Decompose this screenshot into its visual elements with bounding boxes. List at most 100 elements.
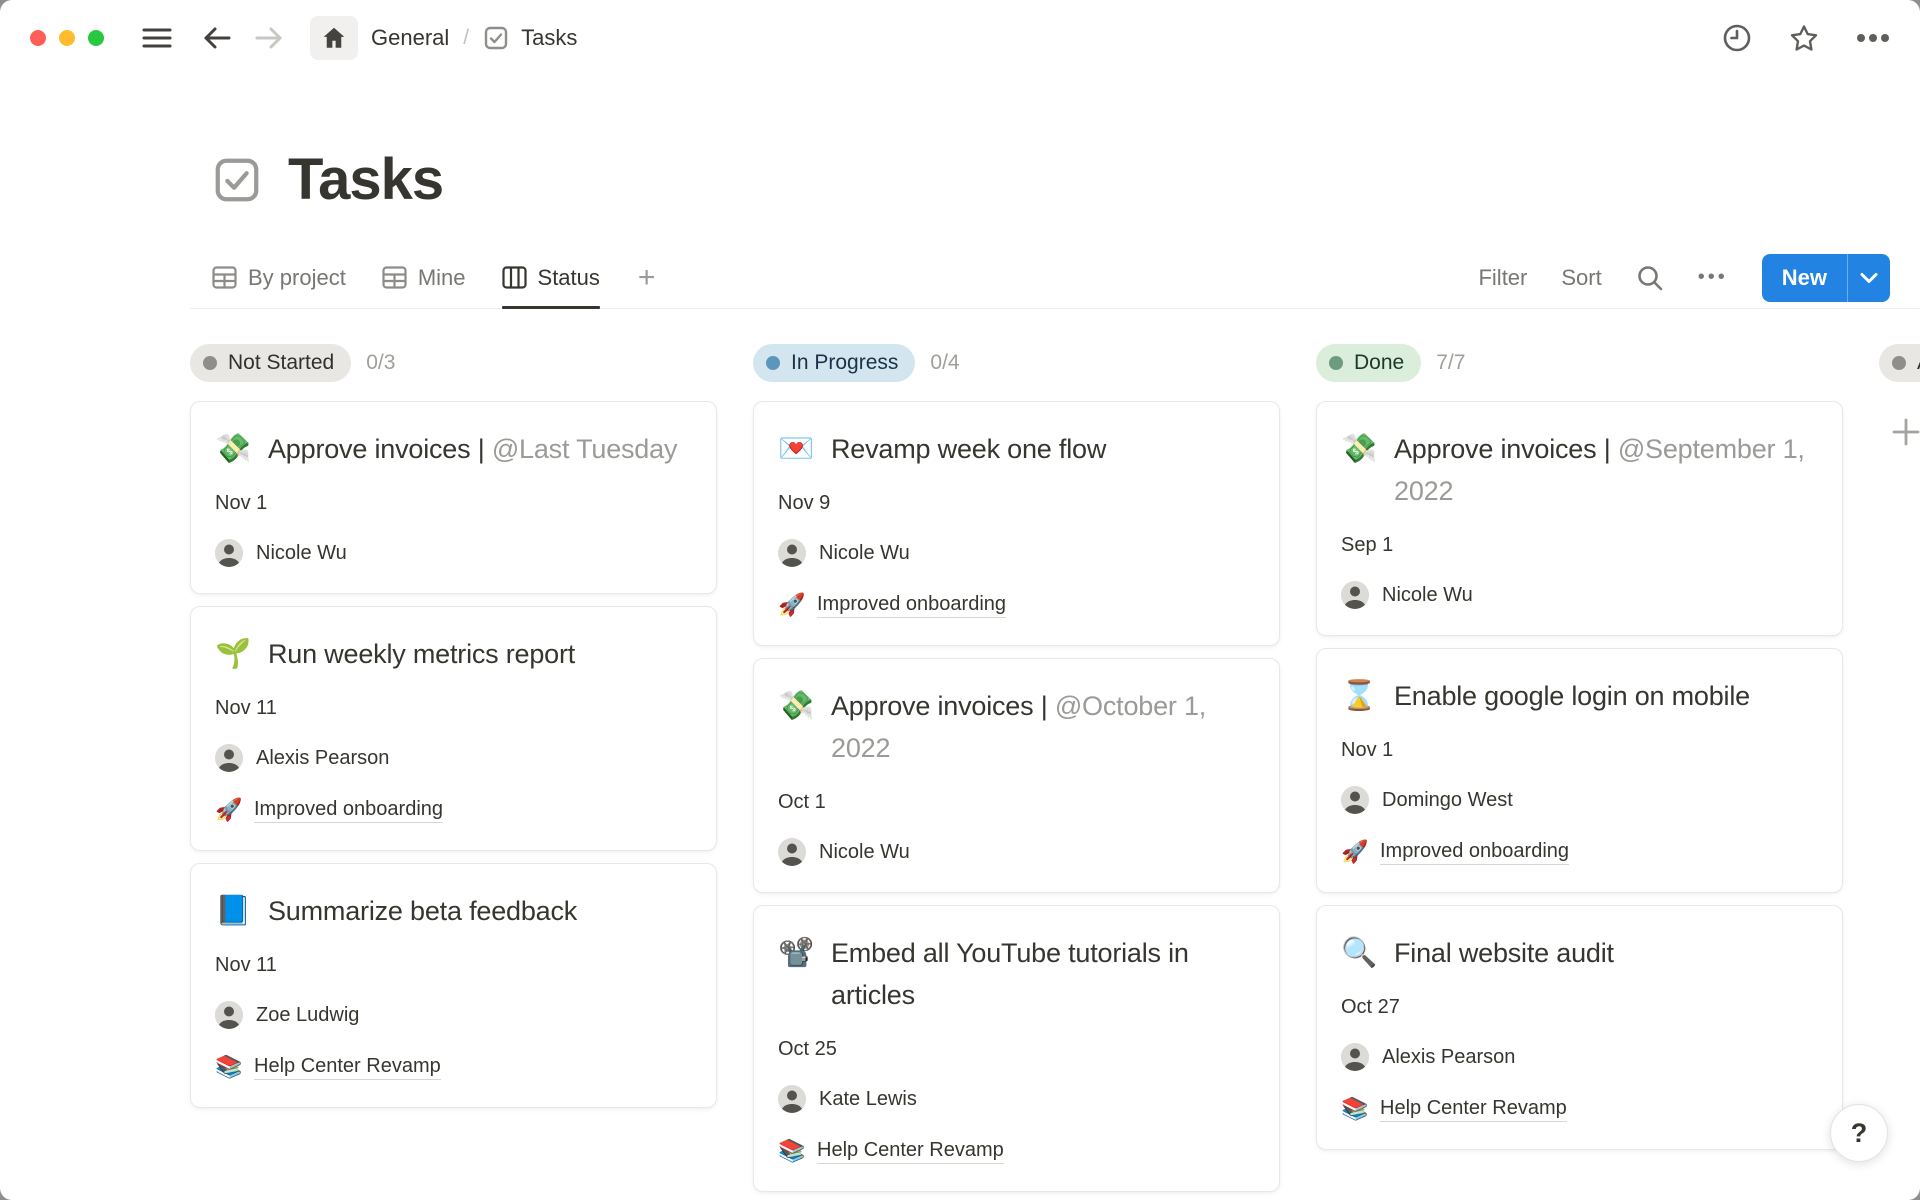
card-project-row: 🚀Improved onboarding — [1341, 838, 1818, 866]
avatar — [1341, 786, 1369, 814]
clock-icon[interactable] — [1722, 23, 1752, 53]
tab-mine[interactable]: Mine — [382, 247, 466, 308]
assignee-name: Nicole Wu — [1382, 584, 1473, 607]
column-header: In Progress0/4 — [753, 343, 1280, 383]
card-assignee-row: Nicole Wu — [1341, 581, 1818, 609]
card-project-row: 📚 Help Center Revamp — [778, 1137, 1255, 1165]
table-icon — [212, 266, 237, 289]
card-due-date: Nov 1 — [1341, 739, 1818, 762]
avatar — [778, 539, 806, 567]
assignee-name: Nicole Wu — [819, 542, 910, 565]
task-card[interactable]: 💸Approve invoices | @September 1, 2022Se… — [1316, 401, 1843, 636]
status-label: Not Started — [228, 351, 334, 375]
search-icon[interactable] — [1636, 264, 1664, 292]
breadcrumb-workspace[interactable]: General — [371, 25, 449, 51]
board-column-in-progress: In Progress0/4💌Revamp week one flowNov 9… — [753, 343, 1280, 1200]
add-view-button[interactable]: + — [638, 263, 656, 293]
card-due-date: Nov 11 — [215, 697, 692, 720]
page-title[interactable]: Tasks — [288, 146, 443, 213]
card-assignee-row: Kate Lewis — [778, 1085, 1255, 1113]
board-column-not-started: Not Started0/3💸Approve invoices | @Last … — [190, 343, 717, 1200]
card-title-row: 📘Summarize beta feedback — [215, 890, 692, 932]
project-link[interactable]: Help Center Revamp — [254, 1055, 441, 1080]
sidebar-toggle-icon[interactable] — [142, 26, 172, 50]
task-card[interactable]: 🌱Run weekly metrics report Nov 11 Alexis P… — [190, 606, 717, 851]
card-due-date: Nov 1 — [215, 492, 692, 515]
checkbox-icon — [483, 25, 509, 51]
more-options-icon[interactable] — [1856, 33, 1890, 43]
assignee-name: Alexis Pearson — [256, 747, 389, 770]
tab-label: Mine — [418, 265, 466, 291]
card-project-row: 🚀Improved onboarding — [778, 591, 1255, 619]
status-pill[interactable]: Not Started — [190, 344, 351, 382]
breadcrumb-page[interactable]: Tasks — [483, 25, 577, 51]
assignee-name: Domingo West — [1382, 789, 1513, 812]
project-link[interactable]: Improved onboarding — [1380, 840, 1569, 865]
task-card[interactable]: 💸Approve invoices | @October 1, 2022 Oct … — [753, 658, 1280, 893]
chevron-down-icon[interactable] — [1848, 254, 1890, 302]
checkbox-page-icon[interactable] — [212, 155, 262, 205]
zoom-window-button[interactable] — [88, 30, 104, 46]
books-icon: 📚 — [215, 1053, 241, 1081]
project-link[interactable]: Improved onboarding — [817, 593, 1006, 618]
card-title-row: ⌛Enable google login on mobile — [1341, 675, 1818, 717]
task-card[interactable]: 📽️Embed all YouTube tutorials in article… — [753, 905, 1280, 1192]
card-title-row: 💸Approve invoices | @October 1, 2022 — [778, 685, 1255, 769]
status-pill[interactable]: Done — [1316, 344, 1421, 382]
money-with-wings-icon: 💸 — [1341, 428, 1379, 512]
assignee-name: Kate Lewis — [819, 1088, 917, 1111]
card-due-date: Nov 9 — [778, 492, 1255, 515]
task-card[interactable]: 💸Approve invoices | @Last TuesdayNov 1Ni… — [190, 401, 717, 594]
status-pill[interactable]: In Progress — [753, 344, 915, 382]
close-window-button[interactable] — [30, 30, 46, 46]
card-title: Approve invoices | @Last Tuesday — [268, 428, 677, 470]
task-card[interactable]: 💌Revamp week one flowNov 9Nicole Wu🚀Impr… — [753, 401, 1280, 646]
tab-status[interactable]: Status — [502, 247, 600, 308]
status-pill[interactable]: A — [1879, 344, 1920, 382]
card-title: Approve invoices | @September 1, 2022 — [1394, 428, 1818, 512]
task-card[interactable]: 📘Summarize beta feedbackNov 11Zoe Ludwig… — [190, 863, 717, 1108]
card-due-date: Oct 1 — [778, 791, 1255, 814]
topbar-actions — [1722, 23, 1890, 54]
card-project-row: 🚀Improved onboarding — [215, 796, 692, 824]
card-title-text: Approve invoices | — [1394, 434, 1618, 464]
window-controls — [30, 30, 104, 46]
forward-arrow-icon[interactable] — [254, 25, 284, 51]
new-button[interactable]: New — [1762, 254, 1890, 302]
card-title: Run weekly metrics report — [268, 633, 575, 675]
project-link[interactable]: Help Center Revamp — [817, 1139, 1004, 1164]
sort-button[interactable]: Sort — [1561, 265, 1601, 291]
card-assignee-row: Domingo West — [1341, 786, 1818, 814]
help-button[interactable]: ? — [1830, 1104, 1888, 1162]
books-icon: 📚 — [778, 1137, 804, 1165]
avatar — [215, 744, 243, 772]
tab-by-project[interactable]: By project — [212, 247, 346, 308]
new-button-label[interactable]: New — [1762, 254, 1847, 302]
view-controls: Filter Sort ••• New — [1478, 254, 1890, 302]
task-card[interactable]: 🔍Final website auditOct 27Alexis Pearson… — [1316, 905, 1843, 1150]
books-icon: 📚 — [1341, 1095, 1367, 1123]
card-due-date: Oct 25 — [778, 1038, 1255, 1061]
home-icon[interactable] — [310, 16, 358, 60]
date-mention: @Last Tuesday — [492, 434, 677, 464]
minimize-window-button[interactable] — [59, 30, 75, 46]
avatar — [215, 539, 243, 567]
project-link[interactable]: Help Center Revamp — [1380, 1097, 1567, 1122]
avatar — [1341, 1043, 1369, 1071]
add-card-button[interactable] — [1891, 417, 1920, 447]
filter-button[interactable]: Filter — [1478, 265, 1527, 291]
project-link[interactable]: Improved onboarding — [254, 798, 443, 823]
card-title-row: 🌱Run weekly metrics report — [215, 633, 692, 675]
back-arrow-icon[interactable] — [202, 25, 232, 51]
view-more-options-icon[interactable]: ••• — [1698, 266, 1728, 289]
breadcrumb: General / Tasks — [358, 25, 577, 51]
money-with-wings-icon: 💸 — [778, 685, 816, 769]
assignee-name: Nicole Wu — [819, 841, 910, 864]
column-header: Not Started0/3 — [190, 343, 717, 383]
card-title-text: Approve invoices | — [268, 434, 492, 464]
card-assignee-row: Alexis Pearson — [1341, 1043, 1818, 1071]
task-card[interactable]: ⌛Enable google login on mobile Nov 1 Domin… — [1316, 648, 1843, 893]
star-icon[interactable] — [1788, 23, 1820, 54]
card-due-date: Oct 27 — [1341, 996, 1818, 1019]
card-assignee-row: Nicole Wu — [215, 539, 692, 567]
